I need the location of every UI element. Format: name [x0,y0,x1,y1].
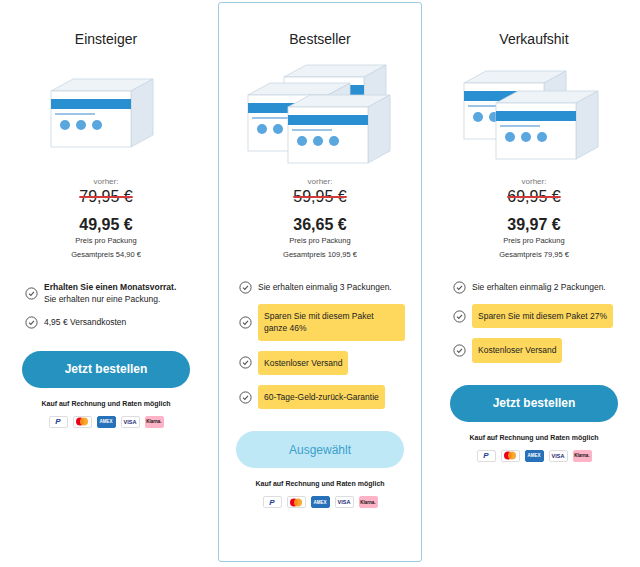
amex-icon: AMEX [97,416,116,428]
check-icon [453,281,466,294]
mastercard-icon [73,416,92,428]
old-price-label: vorher: [308,177,333,186]
feature-text: Kostenloser Versand [472,338,562,362]
check-icon [239,281,252,294]
feature-text: 60-Tage-Geld-zurück-Garantie [258,385,385,409]
total-price: Gesamtpreis 79,95 € [499,250,569,259]
old-price: 79,95 € [79,188,132,206]
feature-text: Kostenloser Versand [258,351,348,375]
check-icon [239,391,252,404]
amex-icon: AMEX [525,450,544,462]
product-image [26,55,186,165]
check-icon [453,344,466,357]
feature-text: Sparen Sie mit diesem Paket 27% [472,304,613,328]
total-price: Gesamtpreis 109,95 € [283,250,357,259]
feature-item: Sparen Sie mit diesem Paket ganze 46% [235,304,405,341]
old-price: 69,95 € [507,188,560,206]
price: 49,95 € [79,216,132,234]
plan-card[interactable]: Bestseller vorher: 59,95 € 36,65 € Preis… [218,2,422,562]
total-price: Gesamtpreis 54,90 € [71,250,141,259]
check-icon [239,316,252,329]
price: 39,97 € [507,216,560,234]
old-price-label: vorher: [94,177,119,186]
plan-card[interactable]: Verkaufshit vorher: 69,95 € 39,97 € Prei… [432,2,636,562]
order-button[interactable]: Jetzt bestellen [22,351,190,388]
feature-item: Kostenloser Versand [449,338,619,362]
product-image [454,55,614,165]
payment-methods: P AMEX VISA Klarna. [477,450,592,462]
check-icon [25,287,38,300]
price: 36,65 € [293,216,346,234]
amex-icon: AMEX [311,496,330,508]
check-icon [239,356,252,369]
payment-methods: P AMEX VISA Klarna. [49,416,164,428]
check-icon [25,316,38,329]
price-block: vorher: 59,95 € 36,65 € Preis pro Packun… [283,177,357,259]
klarna-icon: Klarna. [359,496,378,508]
order-button[interactable]: Jetzt bestellen [450,385,618,422]
plan-card[interactable]: Einsteiger vorher: 79,95 € 49,95 € Preis… [4,2,208,562]
feature-list: Erhalten Sie einen Monatsvorrat. Sie erh… [21,281,191,329]
plan-title: Verkaufshit [499,31,568,47]
visa-icon: VISA [121,416,140,428]
feature-text: Sie erhalten einmalig 2 Packungen. [472,281,606,293]
feature-item: Sie erhalten einmalig 2 Packungen. [449,281,619,294]
mastercard-icon [501,450,520,462]
visa-icon: VISA [549,450,568,462]
unit-label: Preis pro Packung [75,236,136,245]
klarna-icon: Klarna. [573,450,592,462]
payment-note: Kauf auf Rechnung und Raten möglich [469,434,598,441]
old-price-label: vorher: [522,177,547,186]
feature-list: Sie erhalten einmalig 3 Packungen. Spare… [235,281,405,409]
plan-title: Einsteiger [75,31,137,47]
feature-text: 4,95 € Versandkosten [44,316,126,328]
paypal-icon: P [49,416,68,428]
product-image [240,55,400,165]
feature-item: Sie erhalten einmalig 3 Packungen. [235,281,405,294]
feature-text: Sie erhalten einmalig 3 Packungen. [258,281,392,293]
plan-title: Bestseller [289,31,350,47]
feature-list: Sie erhalten einmalig 2 Packungen. Spare… [449,281,619,363]
paypal-icon: P [263,496,282,508]
payment-note: Kauf auf Rechnung und Raten möglich [41,400,170,407]
feature-text: Sparen Sie mit diesem Paket ganze 46% [258,304,405,341]
unit-label: Preis pro Packung [503,236,564,245]
feature-item: Erhalten Sie einen Monatsvorrat. Sie erh… [21,281,191,306]
feature-text: Erhalten Sie einen Monatsvorrat. Sie erh… [44,281,176,306]
payment-methods: P AMEX VISA Klarna. [263,496,378,508]
order-button[interactable]: Ausgewählt [236,431,404,468]
visa-icon: VISA [335,496,354,508]
price-block: vorher: 69,95 € 39,97 € Preis pro Packun… [499,177,569,259]
payment-note: Kauf auf Rechnung und Raten möglich [255,480,384,487]
feature-item: 60-Tage-Geld-zurück-Garantie [235,385,405,409]
feature-item: 4,95 € Versandkosten [21,316,191,329]
paypal-icon: P [477,450,496,462]
feature-item: Sparen Sie mit diesem Paket 27% [449,304,619,328]
price-block: vorher: 79,95 € 49,95 € Preis pro Packun… [71,177,141,259]
feature-item: Kostenloser Versand [235,351,405,375]
pricing-page: Einsteiger vorher: 79,95 € 49,95 € Preis… [0,0,640,567]
unit-label: Preis pro Packung [289,236,350,245]
mastercard-icon [287,496,306,508]
old-price: 59,95 € [293,188,346,206]
check-icon [453,310,466,323]
klarna-icon: Klarna. [145,416,164,428]
